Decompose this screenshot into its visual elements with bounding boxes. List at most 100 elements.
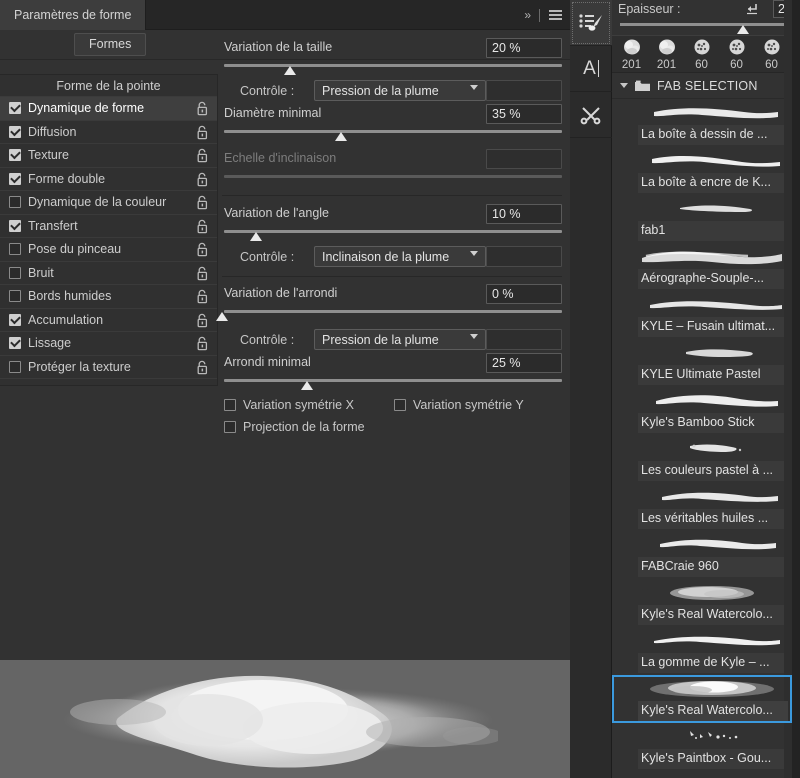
brush-folder-fab-selection[interactable]: FAB SELECTION (612, 73, 792, 99)
brush-list-scrollbar[interactable] (784, 0, 792, 778)
unlock-icon[interactable] (197, 313, 208, 328)
roundness-jitter-slider[interactable] (216, 307, 562, 323)
roundness-control-select[interactable]: Pression de la plume (314, 329, 486, 350)
option-checkbox[interactable] (9, 290, 21, 303)
brush-list-item[interactable]: La boîte à encre de K... (612, 147, 792, 195)
angle-jitter-slider[interactable] (222, 227, 562, 243)
unlock-icon[interactable] (197, 195, 208, 210)
tilt-scale-row: Echelle d'inclinaison (222, 149, 562, 171)
brush-option-8[interactable]: Bords humides (0, 285, 217, 309)
unlock-icon[interactable] (197, 125, 208, 140)
brush-list-item[interactable]: Kyle's Bamboo Stick (612, 387, 792, 435)
option-checkbox[interactable] (9, 172, 21, 185)
unlock-icon[interactable] (197, 172, 208, 187)
brush-option-2[interactable]: Texture (0, 144, 217, 168)
option-checkbox[interactable] (9, 196, 21, 209)
brush-tip-shape-header[interactable]: Forme de la pointe (0, 75, 217, 97)
flip-y-checkbox[interactable]: Variation symétrie Y (394, 398, 524, 412)
size-jitter-slider-handle[interactable] (284, 66, 296, 75)
canvas-area[interactable] (0, 638, 570, 778)
brush-list-item[interactable]: KYLE – Fusain ultimat... (612, 291, 792, 339)
option-checkbox[interactable] (9, 125, 21, 138)
brush-list-item[interactable]: KYLE Ultimate Pastel (612, 339, 792, 387)
brush-list-item[interactable]: Les couleurs pastel à ... (612, 435, 792, 483)
brush-option-1[interactable]: Diffusion (0, 121, 217, 144)
roundness-control-value: Pression de la plume (322, 333, 439, 347)
text-tool-icon[interactable]: A (570, 46, 612, 92)
brush-list-item[interactable]: Kyle's Real Watercolo... (612, 675, 792, 723)
brush-option-5[interactable]: Transfert (0, 215, 217, 238)
brush-list-item[interactable]: FABCraie 960 (612, 531, 792, 579)
option-checkbox[interactable] (9, 313, 21, 326)
brush-list-item[interactable]: Les véritables huiles ... (612, 483, 792, 531)
min-roundness-slider-handle[interactable] (301, 381, 313, 390)
reset-arrow-icon[interactable] (745, 1, 759, 18)
thickness-slider[interactable] (612, 19, 792, 35)
unlock-icon[interactable] (197, 219, 208, 234)
brush-list-item[interactable]: La gomme de Kyle – ... (612, 627, 792, 675)
tab-brush-settings[interactable]: Paramètres de forme (0, 0, 147, 30)
option-checkbox[interactable] (9, 243, 21, 256)
tools-customize-icon[interactable] (570, 92, 612, 138)
brush-option-10[interactable]: Lissage (0, 332, 217, 356)
thickness-slider-handle[interactable] (737, 25, 750, 34)
size-jitter-slider[interactable] (222, 61, 562, 77)
brush-option-4[interactable]: Dynamique de la couleur (0, 191, 217, 215)
unlock-icon[interactable] (197, 266, 208, 281)
brush-list-item[interactable]: Kyle's Paintbox - Gou... (612, 723, 792, 771)
unlock-icon[interactable] (197, 242, 208, 257)
recent-brush-preset-3[interactable]: 60 (719, 37, 754, 71)
unlock-icon[interactable] (197, 148, 208, 163)
size-control-sidebox[interactable] (486, 80, 562, 101)
brush-list-item[interactable]: fab1 (612, 195, 792, 243)
brush-list-item[interactable]: La boîte à dessin de ... (612, 99, 792, 147)
min-diameter-slider[interactable] (222, 127, 562, 143)
brush-projection-checkbox[interactable]: Projection de la forme (224, 420, 365, 434)
brush-stroke-thumbnail (690, 731, 738, 739)
option-checkbox[interactable] (9, 219, 21, 232)
brush-presets-icon[interactable] (570, 0, 612, 46)
option-checkbox[interactable] (9, 149, 21, 162)
option-checkbox[interactable] (9, 102, 21, 115)
chevron-down-icon[interactable] (620, 83, 628, 88)
option-label: Bords humides (28, 289, 112, 304)
angle-control-sidebox[interactable] (486, 246, 562, 267)
brush-option-6[interactable]: Pose du pinceau (0, 238, 217, 262)
brush-option-7[interactable]: Bruit (0, 262, 217, 285)
unlock-icon[interactable] (197, 360, 208, 375)
brush-thumbnail (638, 629, 786, 653)
recent-brush-preset-2[interactable]: 60 (684, 37, 719, 71)
min-diameter-value[interactable]: 35 % (486, 104, 562, 124)
size-control-select[interactable]: Pression de la plume (314, 80, 486, 101)
brushes-button[interactable]: Formes (74, 33, 147, 56)
flip-x-checkbox[interactable]: Variation symétrie X (224, 398, 354, 412)
recent-brush-preset-0[interactable]: 201 (614, 37, 649, 71)
option-checkbox[interactable] (9, 360, 21, 373)
brush-list-item[interactable]: Aérographe-Souple-... (612, 243, 792, 291)
angle-jitter-slider-handle[interactable] (250, 232, 262, 241)
angle-jitter-value[interactable]: 10 % (486, 204, 562, 224)
unlock-icon[interactable] (197, 101, 208, 116)
option-checkbox[interactable] (9, 266, 21, 279)
hamburger-menu-icon[interactable] (549, 10, 562, 20)
roundness-jitter-slider-handle[interactable] (216, 312, 228, 321)
size-jitter-value[interactable]: 20 % (486, 38, 562, 58)
brush-list-item[interactable]: Kyle's Real Watercolo... (612, 579, 792, 627)
brush-option-9[interactable]: Accumulation (0, 309, 217, 332)
min-roundness-slider[interactable] (222, 376, 562, 392)
brush-name: La boîte à dessin de ... (638, 125, 788, 145)
brush-option-3[interactable]: Forme double (0, 168, 217, 191)
angle-control-select[interactable]: Inclinaison de la plume (314, 246, 486, 267)
recent-brush-preset-1[interactable]: 201 (649, 37, 684, 71)
unlock-icon[interactable] (197, 289, 208, 304)
unlock-icon[interactable] (197, 336, 208, 351)
min-roundness-value[interactable]: 25 % (486, 353, 562, 373)
brush-option-0[interactable]: Dynamique de forme (0, 97, 217, 121)
brush-option-11[interactable]: Protéger la texture (0, 356, 217, 379)
min-diameter-slider-handle[interactable] (335, 132, 347, 141)
brush-thumbnail (638, 245, 786, 269)
chevron-double-right-icon[interactable]: » (524, 8, 531, 22)
roundness-control-sidebox[interactable] (486, 329, 562, 350)
roundness-jitter-value[interactable]: 0 % (486, 284, 562, 304)
option-checkbox[interactable] (9, 337, 21, 350)
